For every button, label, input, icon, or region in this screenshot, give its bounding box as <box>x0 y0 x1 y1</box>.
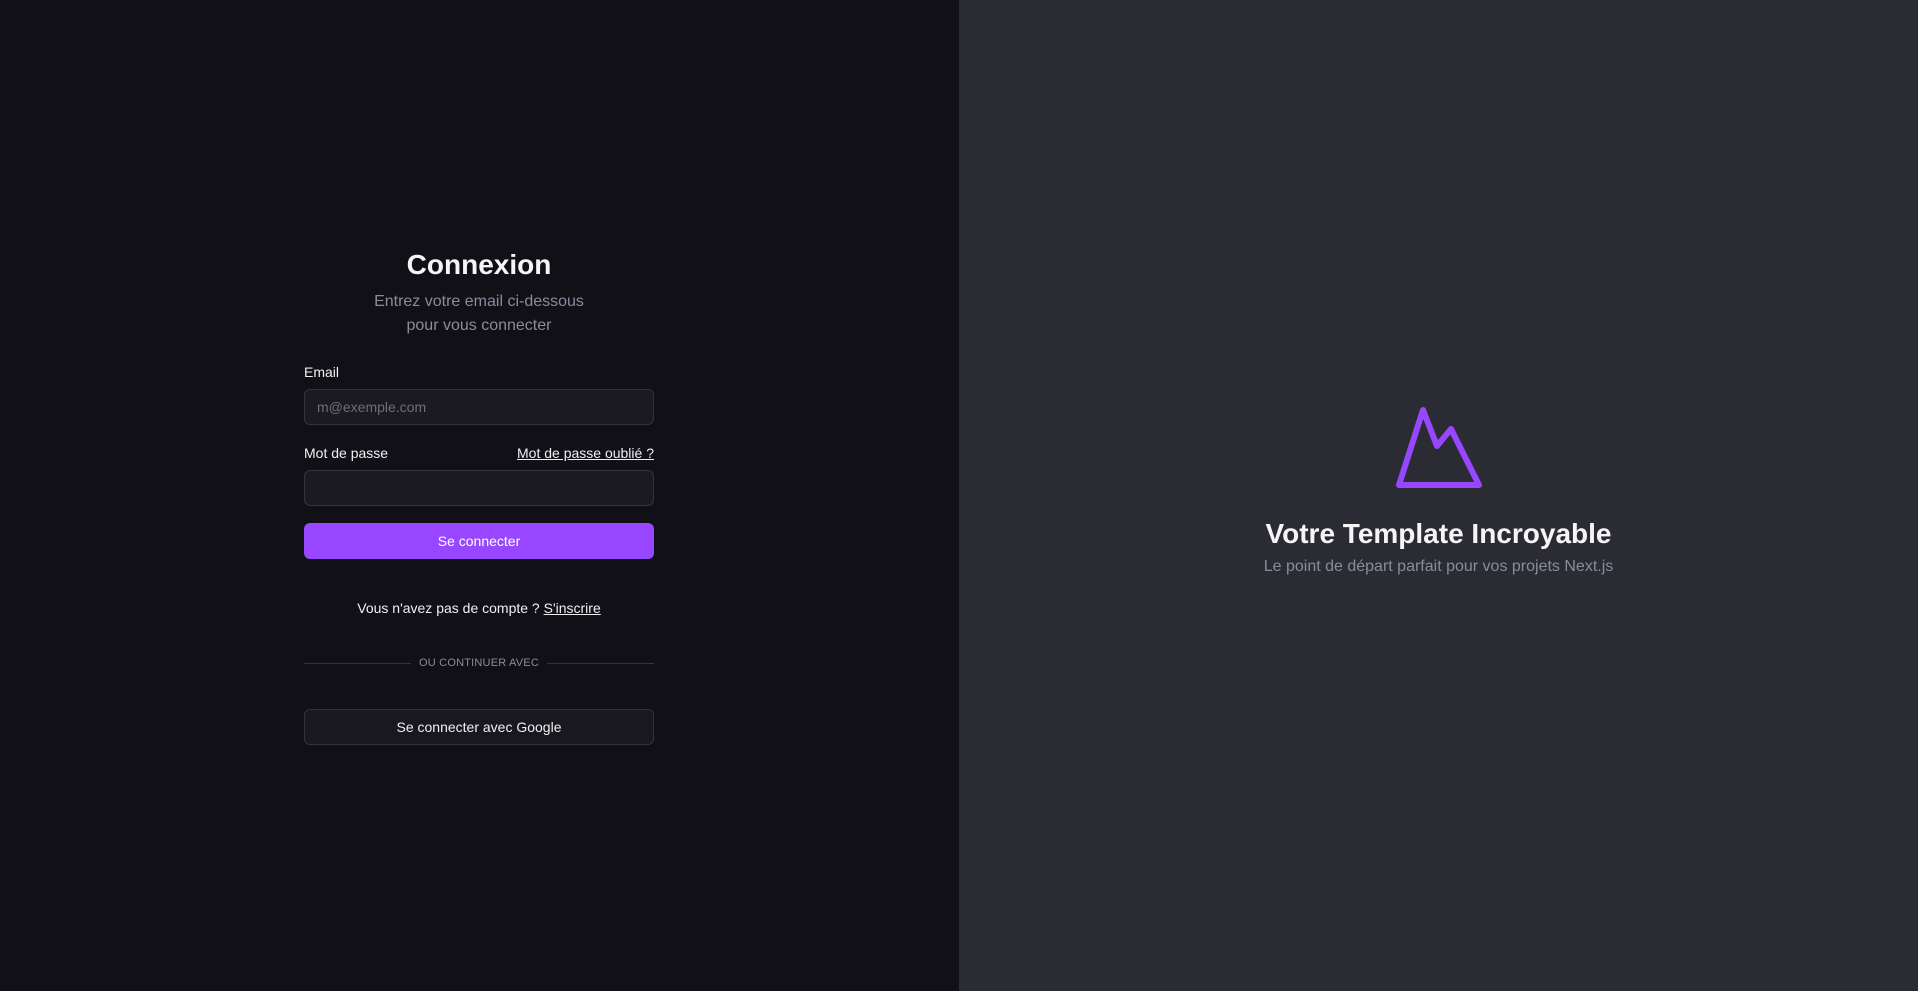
forgot-password-link[interactable]: Mot de passe oublié ? <box>517 445 654 461</box>
password-input[interactable] <box>304 470 654 506</box>
email-label-row: Email <box>304 363 654 381</box>
no-account-text: Vous n'avez pas de compte ? <box>357 600 540 616</box>
login-panel: Connexion Entrez votre email ci-dessous … <box>0 0 959 991</box>
email-input[interactable] <box>304 389 654 425</box>
page: Connexion Entrez votre email ci-dessous … <box>0 0 1918 991</box>
login-title: Connexion <box>406 249 552 280</box>
brand-panel: Votre Template Incroyable Le point de dé… <box>959 0 1918 991</box>
brand-subtitle: Le point de départ parfait pour vos proj… <box>1263 558 1614 575</box>
mountain-logo-icon <box>1395 407 1482 488</box>
login-subtitle: Entrez votre email ci-dessous pour vous … <box>374 293 584 334</box>
google-login-button[interactable]: Se connecter avec Google <box>304 709 654 745</box>
signup-link[interactable]: S'inscrire <box>544 600 601 616</box>
email-label: Email <box>304 364 340 380</box>
password-label: Mot de passe <box>304 445 389 461</box>
brand-block: Votre Template Incroyable Le point de dé… <box>959 406 1918 578</box>
divider-line-left <box>304 662 412 664</box>
login-form: Connexion Entrez votre email ci-dessous … <box>304 246 654 745</box>
divider: OU CONTINUER AVEC <box>304 657 654 669</box>
brand-title: Votre Template Incroyable <box>1265 518 1612 549</box>
divider-line-right <box>546 662 654 664</box>
password-label-row: Mot de passe Mot de passe oublié ? <box>304 444 654 462</box>
login-button[interactable]: Se connecter <box>304 523 654 559</box>
divider-text: OU CONTINUER AVEC <box>419 657 539 669</box>
signup-row: Vous n'avez pas de compte ? S'inscrire <box>304 599 654 617</box>
